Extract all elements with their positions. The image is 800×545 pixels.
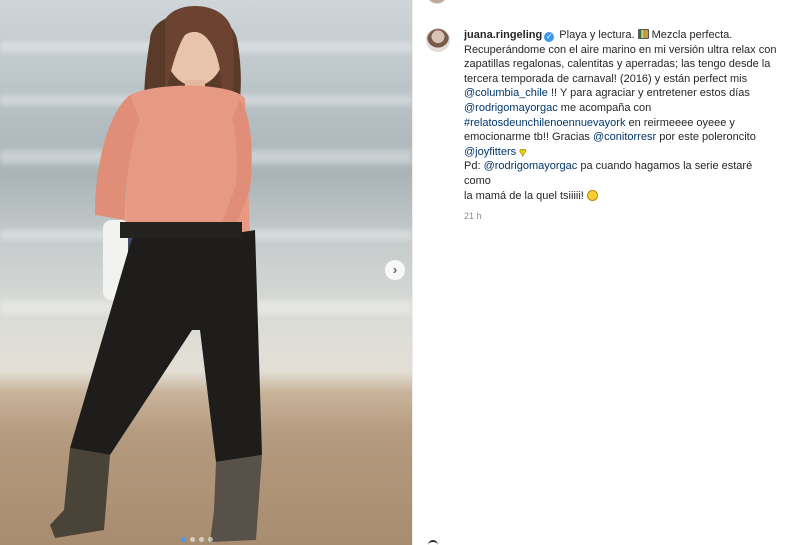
verified-badge-icon: ✓	[544, 32, 555, 42]
caption-text: Playa y lectura.	[559, 29, 635, 41]
carousel-dot	[208, 537, 213, 542]
caption-text: me acompaña con	[560, 101, 652, 114]
caption-text: zapatillas regalonas, calentitas y aperr…	[464, 58, 771, 71]
caption-text: la mamá de la quel tsiiiii!	[464, 189, 584, 202]
caption-body: juana.ringeling ✓ Playa y lectura. Mezcla…	[464, 28, 780, 224]
mention-link[interactable]: @rodrigomayorgac	[464, 102, 558, 114]
carousel-indicator	[181, 537, 213, 542]
mention-link[interactable]: @conitorresr	[593, 131, 656, 143]
carousel-dot	[181, 537, 186, 542]
mention-link[interactable]: @rodrigomayorgac	[484, 160, 578, 172]
avatar[interactable]	[426, 28, 450, 52]
caption-comment: juana.ringeling ✓ Playa y lectura. Mezcla…	[426, 28, 780, 224]
caption-text: Mezcla perfecta.	[651, 29, 733, 41]
carousel-dot	[199, 537, 204, 542]
woman-on-beach-illustration	[50, 6, 262, 542]
book-emoji-icon	[637, 29, 649, 39]
instagram-post-view: › juana.ringeling ✓ Playa y lectura. Mezc…	[0, 0, 800, 545]
caption-text: en reirmeeee oyeee y	[628, 116, 735, 129]
mention-link[interactable]: @joyfitters	[464, 146, 516, 158]
caption-area: juana.ringeling ✓ Playa y lectura. Mezcla…	[412, 0, 800, 545]
username-link[interactable]: juana.ringeling	[464, 29, 542, 41]
action-icon[interactable]	[428, 540, 438, 545]
caption-text: !! Y para agraciar y entretener estos dí…	[551, 87, 750, 100]
hashtag-link[interactable]: #relatosdeunchilenoennuevayork	[464, 117, 625, 129]
caption-text: tercera temporada de carnaval! (2016) y …	[464, 72, 748, 85]
carousel-dot	[190, 537, 195, 542]
post-timestamp[interactable]: 21 h	[464, 209, 780, 224]
post-photo[interactable]: ›	[0, 0, 412, 545]
caption-text: Pd:	[464, 160, 481, 173]
grin-emoji-icon	[586, 189, 598, 201]
chevron-right-icon: ›	[392, 262, 398, 277]
caption-text: emocionarme tb!! Gracias	[464, 131, 590, 144]
caption-text: por este poleroncito	[659, 131, 756, 144]
caption-text: Recuperándome con el aire marino en mi v…	[464, 43, 777, 56]
next-photo-button[interactable]: ›	[385, 260, 405, 280]
mention-link[interactable]: @columbia_chile	[464, 87, 548, 99]
yellow-heart-emoji-icon: ♥	[519, 144, 527, 159]
